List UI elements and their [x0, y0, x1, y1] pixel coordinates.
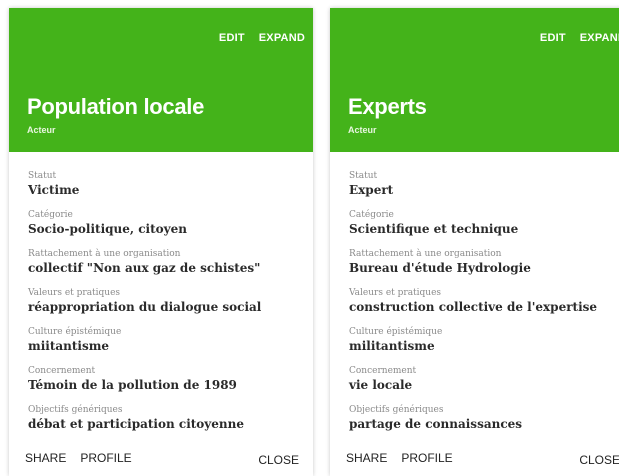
profile-button[interactable]: PROFILE	[401, 451, 452, 465]
field-label: Culture épistémique	[28, 327, 122, 337]
field-label: Catégorie	[28, 210, 73, 220]
field-label: Statut	[349, 171, 378, 181]
profile-button[interactable]: PROFILE	[80, 451, 131, 465]
field-value: Scientifique et technique	[349, 222, 519, 236]
footer-actions: SHARE PROFILE	[25, 451, 132, 465]
expand-button[interactable]: EXPAND	[580, 32, 619, 44]
card-header: EDIT EXPAND Experts Acteur	[330, 8, 619, 152]
share-button[interactable]: SHARE	[346, 451, 387, 465]
field-list: Statut Expert Catégorie Scientifique et …	[349, 170, 619, 443]
field-list: Statut Victime Catégorie Socio-politique…	[28, 170, 298, 443]
field-value: militantisme	[349, 339, 435, 353]
field-label: Culture épistémique	[349, 327, 443, 337]
field-value: Expert	[349, 183, 394, 197]
field-value: partage de connaissances	[349, 417, 523, 431]
field-concernement: Concernement vie locale	[349, 365, 619, 404]
field-concernement: Concernement Témoin de la pollution de 1…	[28, 365, 298, 404]
field-culture: Culture épistémique militantisme	[349, 326, 619, 365]
field-label: Rattachement à une organisation	[349, 249, 502, 259]
card-footer: SHARE PROFILE CLOSE	[330, 451, 619, 471]
expand-button[interactable]: EXPAND	[259, 32, 305, 44]
field-label: Concernement	[28, 366, 96, 376]
field-label: Valeurs et pratiques	[349, 288, 442, 298]
field-label: Objectifs génériques	[28, 405, 123, 415]
field-value: Victime	[28, 183, 80, 197]
page: EDIT EXPAND Population locale Acteur Sta…	[0, 0, 619, 476]
field-label: Catégorie	[349, 210, 394, 220]
field-label: Statut	[28, 171, 57, 181]
field-label: Objectifs génériques	[349, 405, 444, 415]
field-value: Témoin de la pollution de 1989	[28, 378, 237, 392]
field-value: vie locale	[349, 378, 413, 392]
field-value: miitantisme	[28, 339, 110, 353]
card-title: Experts	[348, 94, 427, 119]
field-statut: Statut Expert	[349, 170, 619, 209]
field-label: Rattachement à une organisation	[28, 249, 181, 259]
field-rattachement: Rattachement à une organisation collecti…	[28, 248, 298, 287]
card-subtitle: Acteur	[348, 125, 377, 135]
close-button[interactable]: CLOSE	[579, 453, 619, 467]
share-button[interactable]: SHARE	[25, 451, 66, 465]
field-value: collectif "Non aux gaz de schistes"	[28, 261, 261, 275]
field-statut: Statut Victime	[28, 170, 298, 209]
card-footer: SHARE PROFILE CLOSE	[9, 451, 313, 471]
field-value: débat et participation citoyenne	[28, 417, 244, 431]
field-categorie: Catégorie Socio-politique, citoyen	[28, 209, 298, 248]
card-subtitle: Acteur	[27, 125, 56, 135]
header-actions: EDIT EXPAND	[219, 32, 305, 44]
field-objectifs: Objectifs génériques débat et participat…	[28, 404, 298, 443]
field-value: construction collective de l'expertise	[349, 300, 598, 314]
field-value: Socio-politique, citoyen	[28, 222, 187, 236]
field-rattachement: Rattachement à une organisation Bureau d…	[349, 248, 619, 287]
card-header: EDIT EXPAND Population locale Acteur	[9, 8, 313, 152]
field-culture: Culture épistémique miitantisme	[28, 326, 298, 365]
field-valeurs: Valeurs et pratiques construction collec…	[349, 287, 619, 326]
field-objectifs: Objectifs génériques partage de connaiss…	[349, 404, 619, 443]
edit-button[interactable]: EDIT	[219, 32, 245, 44]
field-label: Concernement	[349, 366, 417, 376]
actor-card-experts: EDIT EXPAND Experts Acteur Statut Expert…	[330, 8, 619, 476]
field-categorie: Catégorie Scientifique et technique	[349, 209, 619, 248]
field-label: Valeurs et pratiques	[28, 288, 121, 298]
actor-card-population-locale: EDIT EXPAND Population locale Acteur Sta…	[9, 8, 313, 476]
footer-actions: SHARE PROFILE	[346, 451, 453, 465]
edit-button[interactable]: EDIT	[540, 32, 566, 44]
field-value: Bureau d'étude Hydrologie	[349, 261, 531, 275]
field-value: réappropriation du dialogue social	[28, 300, 262, 314]
close-button[interactable]: CLOSE	[258, 453, 299, 467]
card-title: Population locale	[27, 94, 205, 119]
header-actions: EDIT EXPAND	[540, 32, 619, 44]
field-valeurs: Valeurs et pratiques réappropriation du …	[28, 287, 298, 326]
